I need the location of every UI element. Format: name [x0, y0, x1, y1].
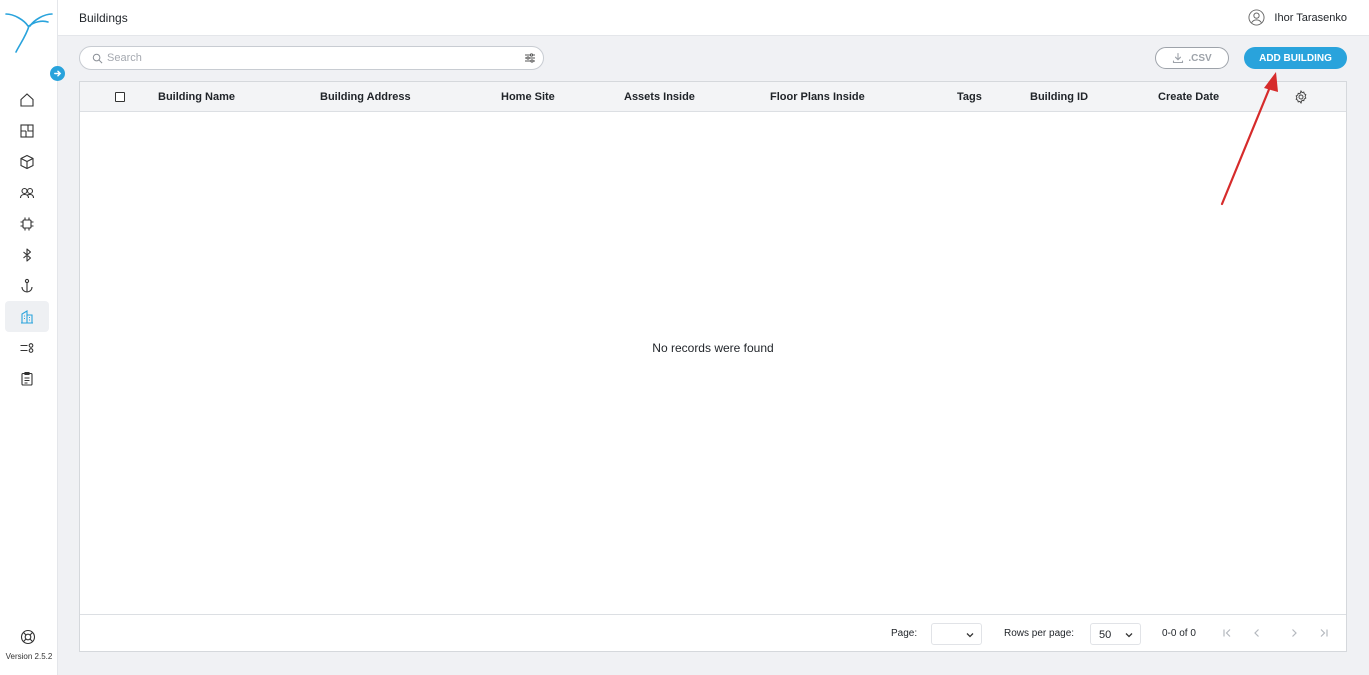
empty-state-message: No records were found [652, 341, 774, 355]
sidebar-item-home[interactable] [5, 84, 49, 115]
page-label: Page: [891, 628, 918, 639]
page-title: Buildings [79, 11, 128, 25]
search-icon [92, 53, 103, 64]
export-csv-label: .CSV [1188, 52, 1212, 64]
column-header-floor-plans-inside[interactable]: Floor Plans Inside [770, 91, 865, 103]
sidebar-item-anchors[interactable] [5, 270, 49, 301]
home-icon [20, 92, 34, 107]
sidebar-nav [5, 84, 49, 394]
buildings-table: Building Name Building Address Home Site… [79, 81, 1347, 652]
column-header-building-name[interactable]: Building Name [158, 91, 235, 103]
sidebar-item-rules[interactable] [5, 332, 49, 363]
bluetooth-icon [23, 247, 32, 262]
column-header-home-site[interactable]: Home Site [501, 91, 555, 103]
export-csv-button[interactable]: .CSV [1155, 47, 1229, 69]
logo-icon [5, 13, 53, 53]
column-header-building-address[interactable]: Building Address [320, 91, 411, 103]
column-header-create-date[interactable]: Create Date [1158, 91, 1219, 103]
add-building-button[interactable]: ADD BUILDING [1244, 47, 1347, 69]
gear-icon[interactable] [1294, 90, 1308, 104]
last-page-icon [1320, 629, 1328, 637]
first-page-button[interactable] [1220, 626, 1234, 640]
filter-settings-icon[interactable] [524, 52, 536, 64]
column-header-assets-inside[interactable]: Assets Inside [624, 91, 695, 103]
rows-per-page-label: Rows per page: [1004, 628, 1075, 639]
sidebar-item-bluetooth[interactable] [5, 239, 49, 270]
column-header-tags[interactable]: Tags [957, 91, 982, 103]
sidebar-item-devices[interactable] [5, 208, 49, 239]
last-page-button[interactable] [1317, 626, 1331, 640]
help-icon[interactable] [20, 629, 36, 645]
sidebar-item-assets[interactable] [5, 146, 49, 177]
cube-icon [20, 154, 34, 169]
search-box [79, 46, 544, 70]
chevron-down-icon [1125, 633, 1133, 638]
chevron-right-icon [1292, 629, 1297, 637]
previous-page-button[interactable] [1250, 626, 1264, 640]
anchor-icon [21, 278, 33, 293]
user-avatar-icon [1248, 9, 1265, 26]
sidebar: Version 2.5.2 [0, 0, 65, 675]
top-header: Buildings Ihor Tarasenko [58, 0, 1369, 36]
user-menu[interactable]: Ihor Tarasenko [1248, 9, 1347, 26]
download-icon [1173, 52, 1184, 64]
rows-per-page-value: 50 [1099, 629, 1112, 641]
app-version: Version 2.5.2 [5, 652, 53, 661]
first-page-icon [1223, 629, 1231, 637]
chip-icon [20, 217, 34, 230]
sidebar-item-users[interactable] [5, 177, 49, 208]
sidebar-item-reports[interactable] [5, 363, 49, 394]
users-icon [19, 187, 35, 198]
rows-per-page-select[interactable]: 50 [1090, 623, 1141, 645]
page-select[interactable] [931, 623, 982, 645]
sidebar-item-buildings[interactable] [5, 301, 49, 332]
arrow-right-icon [54, 70, 62, 77]
user-name: Ihor Tarasenko [1274, 11, 1347, 24]
sidebar-item-floor-plans[interactable] [5, 115, 49, 146]
column-header-building-id[interactable]: Building ID [1030, 91, 1088, 103]
floor-plan-icon [20, 123, 34, 138]
expand-sidebar-button[interactable] [50, 66, 65, 81]
select-all-checkbox[interactable] [115, 92, 125, 102]
page-range-text: 0-0 of 0 [1162, 628, 1196, 639]
chevron-left-icon [1254, 629, 1259, 637]
reports-icon [21, 371, 33, 386]
chevron-down-icon [966, 633, 974, 638]
table-header: Building Name Building Address Home Site… [80, 82, 1346, 112]
building-icon [21, 309, 33, 324]
search-input[interactable] [107, 50, 507, 66]
table-pagination: Page: Rows per page: 50 0-0 of 0 [80, 614, 1346, 651]
next-page-button[interactable] [1287, 626, 1301, 640]
rules-icon [20, 342, 34, 353]
